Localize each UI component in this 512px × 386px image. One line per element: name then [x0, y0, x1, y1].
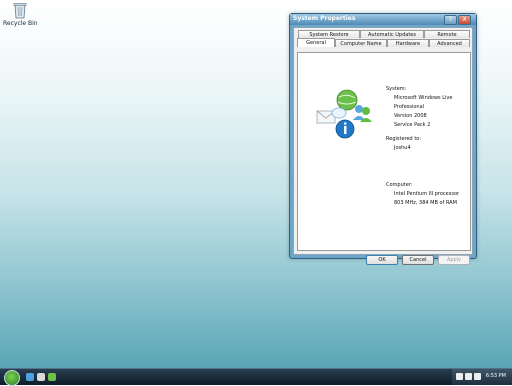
dialog-client-area: System Restore Automatic Updates Remote … [293, 27, 473, 265]
apply-button[interactable]: Apply [438, 255, 470, 265]
registered-heading: Registered to: [386, 136, 422, 142]
tab-hardware[interactable]: Hardware [387, 39, 429, 47]
system-properties-window: System Properties ? X System Restore Aut… [289, 13, 477, 265]
window-title: System Properties [293, 15, 356, 22]
recycle-bin-label: Recycle Bin [3, 20, 38, 27]
close-button[interactable]: X [458, 15, 471, 25]
clock[interactable]: 6:53 PM [486, 373, 506, 379]
speed-ram-info: 803 MHz, 384 MB of RAM [394, 200, 457, 206]
volume-icon[interactable] [474, 373, 481, 380]
tab-computer-name[interactable]: Computer Name [335, 39, 387, 47]
computer-heading: Computer: [386, 182, 413, 188]
recycle-bin-icon [13, 2, 27, 19]
tab-general[interactable]: General [297, 38, 335, 47]
ie-quicklaunch-icon[interactable] [26, 373, 34, 381]
os-service-pack: Service Pack 2 [394, 122, 431, 128]
general-tab-panel: System: Microsoft Windows Live Professio… [297, 52, 471, 251]
window-titlebar[interactable]: System Properties ? X [290, 14, 476, 25]
tray-icon[interactable] [456, 373, 463, 380]
media-quicklaunch-icon[interactable] [48, 373, 56, 381]
windows-live-logo [313, 87, 379, 143]
system-heading: System: [386, 86, 407, 92]
desktop-icon-recycle-bin[interactable]: Recycle Bin [3, 2, 38, 27]
os-edition: Professional [394, 104, 425, 110]
tab-remote[interactable]: Remote [424, 30, 470, 38]
tab-automatic-updates[interactable]: Automatic Updates [360, 30, 424, 38]
network-icon[interactable] [465, 373, 472, 380]
help-button[interactable]: ? [444, 15, 457, 25]
os-name: Microsoft Windows Live [394, 95, 453, 101]
tab-system-restore[interactable]: System Restore [298, 30, 360, 38]
ok-button[interactable]: OK [366, 255, 398, 265]
os-version: Version 2008 [394, 113, 427, 119]
registered-owner: Joshu4 [394, 145, 411, 151]
tab-advanced[interactable]: Advanced [429, 39, 470, 47]
taskbar: 6:53 PM [0, 368, 512, 386]
processor-info: Intel Pentium III processor [394, 191, 460, 197]
show-desktop-icon[interactable] [37, 373, 45, 381]
system-tray: 6:53 PM [452, 369, 512, 385]
cancel-button[interactable]: Cancel [402, 255, 434, 265]
